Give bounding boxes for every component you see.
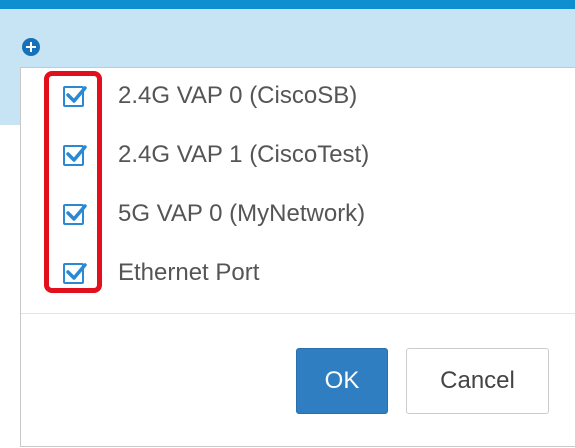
cancel-button[interactable]: Cancel [406,348,549,414]
interface-select-dropdown: 2.4G VAP 0 (CiscoSB) 2.4G VAP 1 (CiscoTe… [20,67,575,447]
divider [21,313,575,314]
option-2-4g-vap-1[interactable]: 2.4G VAP 1 (CiscoTest) [21,135,575,175]
header-band [0,9,575,75]
option-5g-vap-0[interactable]: 5G VAP 0 (MyNetwork) [21,194,575,234]
option-label: 2.4G VAP 0 (CiscoSB) [118,82,358,109]
checkbox-highlight-annotation [44,71,102,293]
option-label: 2.4G VAP 1 (CiscoTest) [118,141,370,168]
option-2-4g-vap-0[interactable]: 2.4G VAP 0 (CiscoSB) [21,76,575,116]
header-band-left-strip [0,75,20,125]
option-label: 5G VAP 0 (MyNetwork) [118,200,366,227]
plus-circle-icon[interactable] [22,38,40,56]
option-label: Ethernet Port [118,259,260,286]
top-border [0,0,575,9]
page: 2.4G VAP 0 (CiscoSB) 2.4G VAP 1 (CiscoTe… [0,0,575,448]
option-ethernet-port[interactable]: Ethernet Port [21,253,575,293]
ok-button[interactable]: OK [296,348,388,414]
